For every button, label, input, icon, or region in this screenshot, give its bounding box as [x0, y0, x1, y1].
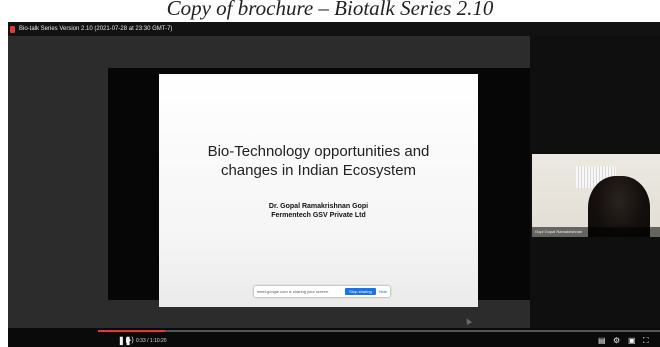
presentation-slide: Bio-Technology opportunities and changes… — [159, 74, 478, 326]
video-player[interactable]: Bio-talk Series Version 2.10 (2021-07-28… — [8, 22, 660, 347]
author-name: Dr. Gopal Ramakrishnan Gopi — [268, 203, 369, 210]
fullscreen-icon[interactable]: ⛶ — [643, 337, 649, 345]
webcam-tile: Gopi Gopal Ramakrishnan — [532, 154, 660, 237]
share-banner-text: meet.google.com is sharing your screen. — [257, 289, 330, 294]
participant-name: Gopi Gopal Ramakrishnan — [532, 227, 660, 237]
slide-author: Dr. Gopal Ramakrishnan Gopi Fermentech G… — [159, 202, 478, 220]
settings-icon[interactable]: ⚙ — [613, 337, 620, 345]
stop-sharing-button[interactable]: Stop sharing — [345, 288, 376, 295]
volume-icon[interactable]: ▶) — [126, 337, 134, 345]
slide-title-line-1: Bio-Technology opportunities and — [207, 143, 430, 160]
hide-button[interactable]: Hide — [379, 289, 387, 294]
window-title-bar: Bio-talk Series Version 2.10 (2021-07-28… — [8, 22, 660, 36]
window-title: Bio-talk Series Version 2.10 (2021-07-28… — [19, 26, 173, 32]
slide-title: Bio-Technology opportunities and changes… — [159, 142, 478, 180]
miniplayer-icon[interactable]: ▣ — [628, 337, 636, 345]
record-icon — [10, 25, 15, 33]
progress-bar[interactable] — [98, 330, 660, 332]
progress-bar-fill — [98, 330, 166, 332]
slide-title-line-2: changes in Indian Ecosystem — [220, 162, 417, 179]
player-controls: ❚❚ ▶) 0:33 / 1:10:20 ▤ ⚙ ▣ ⛶ — [8, 328, 660, 347]
captions-icon[interactable]: ▤ — [598, 337, 606, 345]
author-company: Fermentech GSV Private Ltd — [271, 212, 366, 219]
time-display: 0:33 / 1:10:20 — [136, 338, 167, 344]
screen-share-banner: meet.google.com is sharing your screen. … — [254, 286, 390, 297]
